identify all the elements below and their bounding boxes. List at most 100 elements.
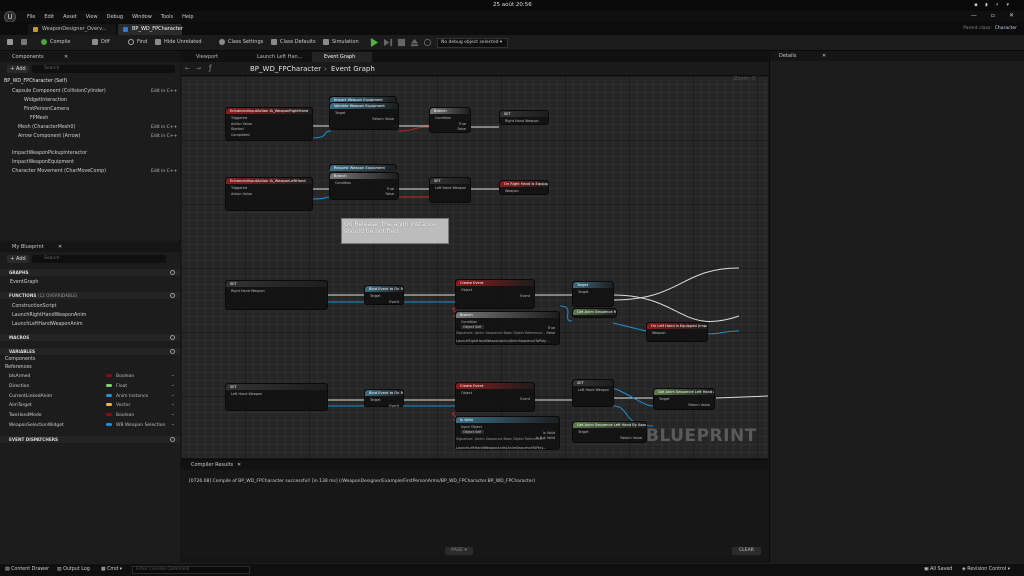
node-pin[interactable]: False (385, 192, 394, 196)
tab-bp-wd-fpcharacter[interactable]: BP_WD_FPCharacter (118, 24, 183, 35)
browse-icon[interactable] (21, 39, 27, 45)
visibility-toggle-icon[interactable]: ⌄ (171, 412, 175, 417)
blueprint-node[interactable]: On Right Hand Is Equipped (ImpactWeaponE… (499, 180, 549, 195)
diff-button[interactable]: Diff (92, 39, 110, 45)
blueprint-node[interactable]: SET Left Hand Weapon (225, 383, 328, 411)
platform-icon[interactable] (423, 38, 432, 47)
variable-item[interactable]: AimTarget (9, 403, 32, 408)
blueprint-node[interactable]: EnhancedInputAction IA_WeaponLeftHand Tri… (225, 177, 313, 211)
node-pin[interactable]: Completed (231, 133, 250, 137)
close-icon[interactable]: ✕ (1009, 12, 1014, 19)
simulation-button[interactable]: Simulation (323, 39, 359, 45)
function-item[interactable]: LaunchRightHandWeaponAnim (12, 313, 86, 318)
edit-in-cpp-link[interactable]: Edit in C++ (151, 89, 177, 94)
back-arrow-icon[interactable]: ← (185, 65, 190, 72)
component-item[interactable]: ImpactWeaponPickupInteractor (12, 151, 87, 156)
variable-group-components[interactable]: Components (5, 357, 35, 362)
node-pin[interactable]: Event (520, 397, 530, 401)
visibility-toggle-icon[interactable]: ⌄ (171, 383, 175, 388)
node-pin[interactable]: Event (389, 404, 399, 408)
close-icon[interactable]: ✕ (58, 242, 62, 252)
graph-item-eventgraph[interactable]: EventGraph (10, 280, 38, 285)
class-defaults-button[interactable]: Class Defaults (271, 39, 316, 45)
add-component-button[interactable]: + Add (7, 65, 29, 73)
blueprint-node[interactable]: Create Event Object Event (455, 279, 535, 309)
variable-group-references[interactable]: References (5, 365, 32, 370)
hide-unrelated-button[interactable]: Hide Unrelated (155, 39, 202, 45)
add-macro-icon[interactable] (170, 335, 175, 340)
node-pin[interactable]: Started (231, 127, 244, 131)
blueprint-node[interactable]: Request Weapon EquipmentTargetReturn Val… (329, 164, 397, 171)
node-pin[interactable]: Triggered (231, 116, 247, 120)
node-pin[interactable]: Is Valid (543, 431, 555, 435)
menu-item-window[interactable]: Window (132, 14, 152, 20)
blueprint-node[interactable]: Bind Event to On Request To Play Anim Tar… (364, 285, 404, 305)
blueprint-node[interactable]: Bind Event to On Request To Play Anim Tar… (364, 389, 404, 408)
blueprint-node[interactable]: SET Right Hand Weapon (225, 280, 328, 310)
add-member-button[interactable]: + Add (7, 255, 29, 263)
menu-item-debug[interactable]: Debug (107, 14, 123, 20)
add-variable-icon[interactable] (170, 349, 175, 354)
tab-launch-left-hand[interactable]: Launch Left Han... (245, 52, 311, 62)
step-icon[interactable] (384, 38, 393, 47)
node-pin[interactable]: Left Hand Weapon (435, 186, 466, 190)
blueprint-node[interactable]: EnhancedInputAction IA_WeaponRightHand Tr… (225, 107, 313, 141)
node-pin[interactable]: Input Object (461, 425, 482, 429)
variable-item[interactable]: CurrentLinkedAnim (9, 394, 52, 399)
eject-icon[interactable] (410, 38, 419, 47)
blueprint-node[interactable]: On Left Hand Is Equipped (ImpactWeaponEq… (646, 322, 708, 342)
variable-item[interactable]: TwoHandMode (9, 413, 42, 418)
functions-section[interactable]: FUNCTIONS (12 OVERRIDABLE) (0, 292, 180, 299)
component-item[interactable]: ImpactWeaponEquipment (12, 160, 74, 165)
minimize-icon[interactable]: — (971, 12, 977, 19)
node-pin[interactable]: Target (370, 294, 381, 298)
blueprint-node[interactable]: Branch Condition True False (429, 107, 471, 133)
variables-section[interactable]: VARIABLES (0, 348, 180, 355)
clear-button[interactable]: CLEAR (732, 547, 761, 555)
variable-item[interactable]: Direction (9, 384, 29, 389)
macros-section[interactable]: MACROS (0, 334, 180, 341)
menu-item-file[interactable]: File (27, 14, 35, 20)
component-item[interactable]: Arrow Component (Arrow) (18, 134, 80, 139)
function-item[interactable]: LaunchLeftHandWeaponAnim (12, 322, 83, 327)
node-pin[interactable]: True (459, 122, 466, 126)
blueprint-node[interactable]: Validate Weapon Equipment Target Return Va… (329, 102, 399, 130)
visibility-toggle-icon[interactable]: ⌄ (171, 373, 175, 378)
forward-arrow-icon[interactable]: → (196, 65, 201, 72)
node-pin[interactable]: True (548, 326, 555, 330)
graphs-section[interactable]: GRAPHS (0, 269, 180, 276)
variable-item[interactable]: bIsArmed (9, 374, 30, 379)
components-search-input[interactable]: Search (32, 65, 175, 73)
node-pin[interactable]: Event (389, 300, 399, 304)
component-item[interactable]: WidgetInteraction (24, 98, 67, 103)
node-pin[interactable]: Target (578, 290, 589, 294)
revision-control-button[interactable]: ◈ Revision Control ▾ (962, 567, 1010, 572)
all-saved-indicator[interactable]: ▣ All Saved (924, 567, 952, 572)
node-pin[interactable]: Object (461, 391, 472, 395)
comment-box[interactable]: On Release: the anim instance should be … (341, 218, 449, 244)
breadcrumb-root[interactable]: BP_WD_FPCharacter (250, 65, 321, 73)
node-pin[interactable]: Target (659, 397, 670, 401)
system-tray-icons[interactable]: ▪ ◗ ⚡ ▾ (974, 2, 1012, 8)
page-dropdown[interactable]: PAGE ▾ (445, 547, 473, 555)
node-pin[interactable]: Weapon (652, 331, 666, 335)
tab-viewport[interactable]: Viewport (184, 52, 244, 62)
menu-item-tools[interactable]: Tools (161, 14, 173, 20)
visibility-toggle-icon[interactable]: ⌄ (171, 422, 175, 427)
node-pin[interactable]: Action Value (231, 192, 252, 196)
save-icon[interactable] (7, 39, 13, 45)
tab-event-graph[interactable]: Event Graph (312, 52, 372, 62)
blueprint-node[interactable]: Get Anim Sequence Left Hand By Asset Targ… (653, 388, 715, 410)
node-pin[interactable]: Condition (461, 320, 477, 324)
blueprint-node[interactable]: Get Anim Sequence Right Hand By AssetTar… (572, 308, 617, 318)
close-icon[interactable]: ✕ (237, 460, 241, 470)
node-pin[interactable]: Target (370, 398, 381, 402)
menu-item-edit[interactable]: Edit (44, 14, 54, 20)
component-item[interactable]: Mesh (CharacterMesh0) (18, 125, 75, 130)
node-pin[interactable]: True (387, 187, 394, 191)
node-pin[interactable]: Right Hand Weapon (231, 289, 265, 293)
blueprint-node[interactable]: Target Target (572, 281, 614, 307)
component-item[interactable]: FirstPersonCamera (24, 107, 69, 112)
node-pin[interactable]: Left Hand Weapon (578, 388, 609, 392)
content-drawer-button[interactable]: ▤ Content Drawer (5, 567, 49, 572)
